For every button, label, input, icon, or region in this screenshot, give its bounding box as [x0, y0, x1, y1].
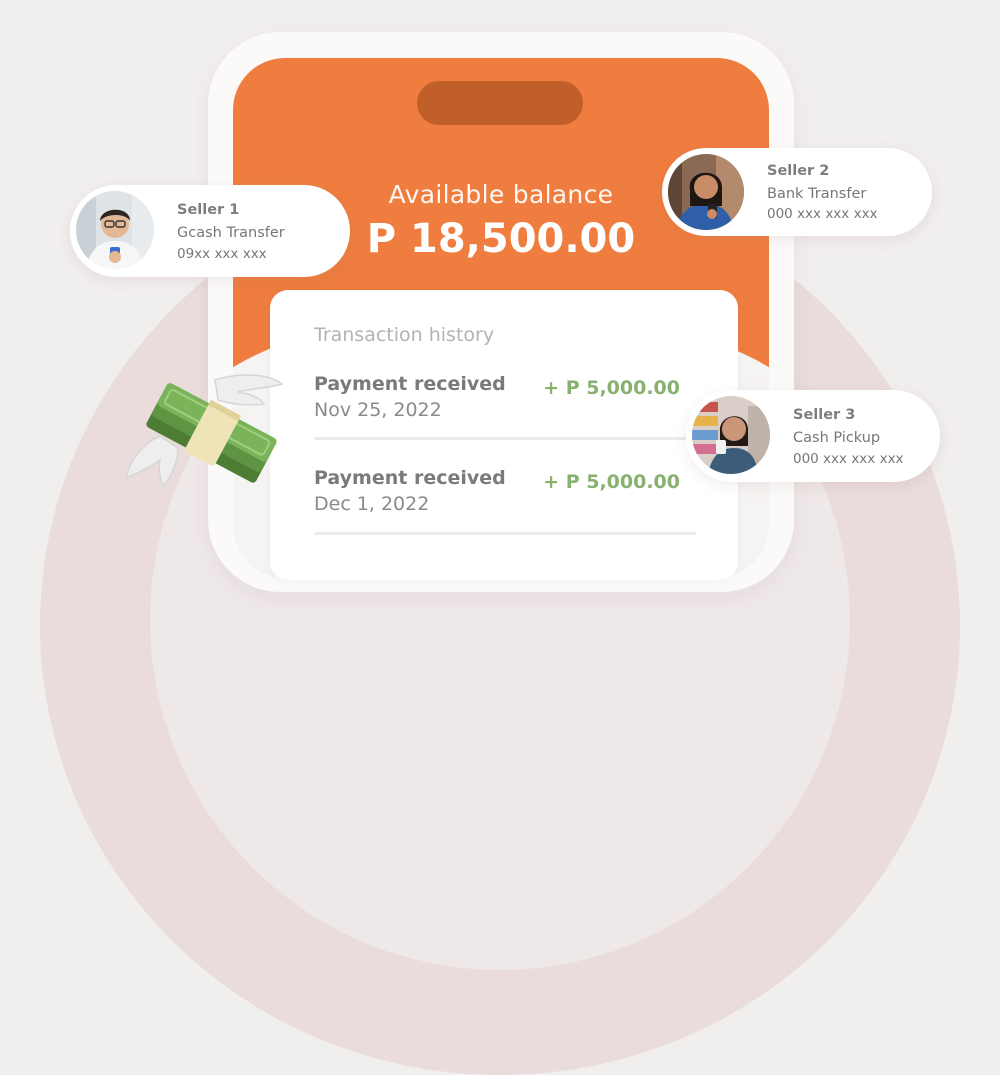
seller-account-number: 000 xxx xxx xxx [793, 451, 904, 467]
transaction-amount: + P 5,000.00 [543, 377, 680, 399]
seller-avatar [76, 191, 154, 269]
seller-card-3[interactable]: Seller 3 Cash Pickup 000 xxx xxx xxx [686, 390, 940, 482]
seller-name: Seller 3 [793, 407, 856, 423]
transaction-history-title: Transaction history [314, 324, 495, 346]
seller-payment-method: Cash Pickup [793, 430, 881, 446]
transaction-date: Dec 1, 2022 [314, 493, 430, 515]
seller-account-number: 000 xxx xxx xxx [767, 206, 878, 222]
divider [314, 532, 696, 535]
seller-avatar [668, 154, 744, 230]
seller-card-1[interactable]: Seller 1 Gcash Transfer 09xx xxx xxx [70, 185, 350, 277]
seller-card-2[interactable]: Seller 2 Bank Transfer 000 xxx xxx xxx [662, 148, 932, 236]
seller-avatar [692, 396, 770, 474]
transaction-history-card: Transaction history Payment received Nov… [270, 290, 738, 580]
transaction-amount: + P 5,000.00 [543, 471, 680, 493]
seller-payment-method: Bank Transfer [767, 186, 867, 202]
phone-notch [417, 81, 583, 125]
transaction-title: Payment received [314, 373, 506, 395]
transaction-title: Payment received [314, 467, 506, 489]
seller-name: Seller 1 [177, 202, 240, 218]
seller-account-number: 09xx xxx xxx [177, 246, 267, 262]
seller-name: Seller 2 [767, 163, 830, 179]
transaction-date: Nov 25, 2022 [314, 399, 442, 421]
flying-money-icon [120, 370, 295, 490]
divider [314, 437, 696, 440]
seller-payment-method: Gcash Transfer [177, 225, 285, 241]
